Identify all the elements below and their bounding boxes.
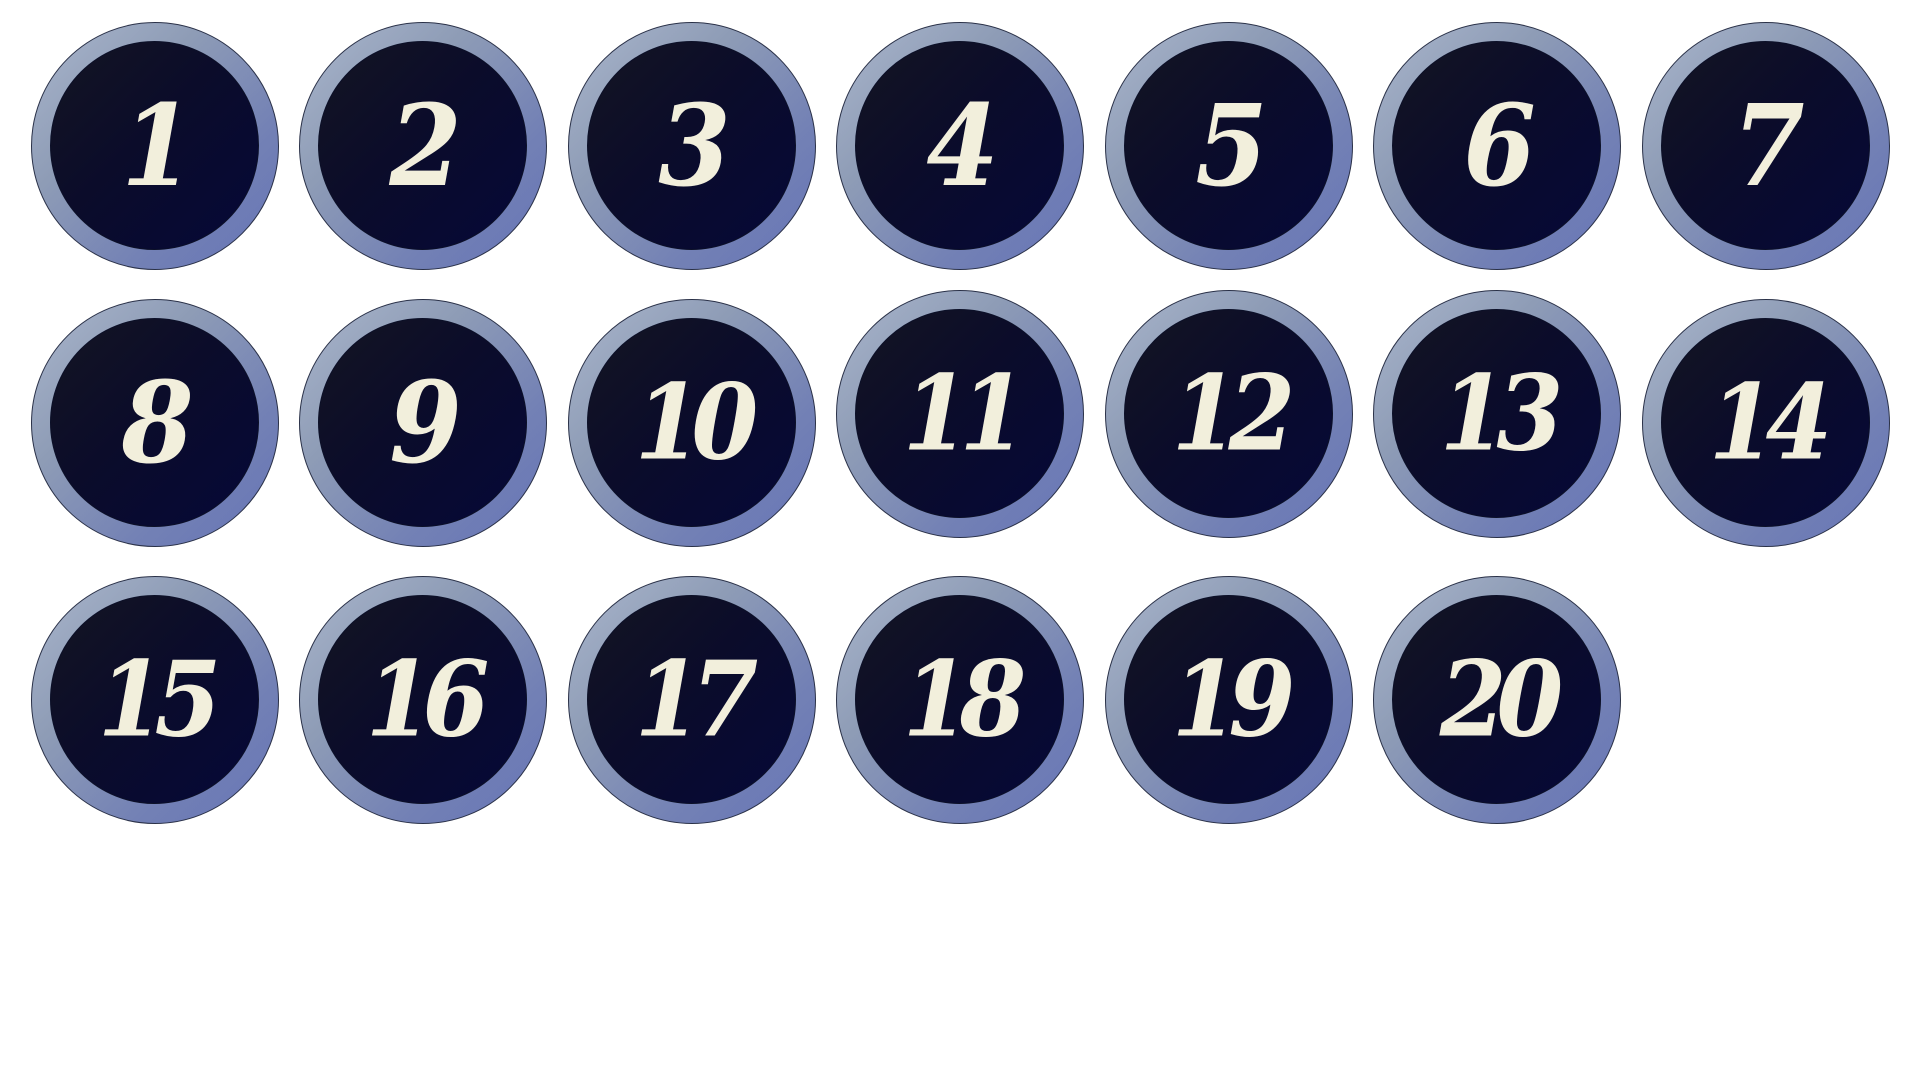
number-badge: 6	[1373, 22, 1621, 270]
badge-number: 9	[389, 355, 461, 489]
badge-face: 8	[50, 318, 259, 527]
badge-face: 18	[855, 595, 1064, 804]
badge-number: 5	[1195, 78, 1267, 212]
number-badge: 19	[1105, 576, 1353, 824]
badge-number: 6	[1463, 78, 1535, 212]
number-badge: 3	[568, 22, 816, 270]
badge-face: 20	[1392, 595, 1601, 804]
badge-number: 14	[1708, 360, 1833, 483]
badge-face: 7	[1661, 41, 1870, 250]
badge-face: 13	[1392, 309, 1601, 518]
badge-number: 19	[1171, 637, 1296, 760]
badge-number: 10	[634, 360, 759, 483]
number-badge: 14	[1642, 299, 1890, 547]
number-badge: 15	[31, 576, 279, 824]
number-badge: 7	[1642, 22, 1890, 270]
number-badge: 10	[568, 299, 816, 547]
badge-number: 15	[97, 637, 222, 760]
badge-face: 1	[50, 41, 259, 250]
badge-number: 20	[1439, 637, 1564, 760]
badge-face: 14	[1661, 318, 1870, 527]
badge-number: 4	[926, 78, 998, 212]
badge-grid: 1 2 3 4 5 6 7 8 9 10 11 12 13 14 15 16 1…	[0, 0, 1920, 1080]
number-badge: 1	[31, 22, 279, 270]
badge-number: 8	[121, 355, 193, 489]
number-badge: 4	[836, 22, 1084, 270]
badge-number: 17	[634, 637, 759, 760]
badge-number: 13	[1439, 351, 1564, 474]
badge-number: 3	[658, 78, 730, 212]
badge-face: 16	[318, 595, 527, 804]
badge-face: 4	[855, 41, 1064, 250]
badge-face: 2	[318, 41, 527, 250]
badge-number: 16	[365, 637, 490, 760]
badge-face: 10	[587, 318, 796, 527]
badge-number: 18	[902, 637, 1027, 760]
number-badge: 17	[568, 576, 816, 824]
number-badge: 9	[299, 299, 547, 547]
number-badge: 2	[299, 22, 547, 270]
number-badge: 16	[299, 576, 547, 824]
number-badge: 12	[1105, 290, 1353, 538]
number-badge: 8	[31, 299, 279, 547]
number-badge: 11	[836, 290, 1084, 538]
badge-face: 12	[1124, 309, 1333, 518]
badge-face: 5	[1124, 41, 1333, 250]
badge-face: 17	[587, 595, 796, 804]
badge-face: 19	[1124, 595, 1333, 804]
badge-number: 11	[902, 351, 1027, 474]
badge-face: 11	[855, 309, 1064, 518]
badge-face: 6	[1392, 41, 1601, 250]
badge-number: 7	[1732, 78, 1804, 212]
badge-number: 2	[389, 78, 461, 212]
number-badge: 13	[1373, 290, 1621, 538]
number-badge: 18	[836, 576, 1084, 824]
badge-number: 1	[121, 78, 193, 212]
badge-number: 12	[1171, 351, 1296, 474]
badge-face: 9	[318, 318, 527, 527]
badge-face: 15	[50, 595, 259, 804]
number-badge: 5	[1105, 22, 1353, 270]
badge-face: 3	[587, 41, 796, 250]
number-badge: 20	[1373, 576, 1621, 824]
